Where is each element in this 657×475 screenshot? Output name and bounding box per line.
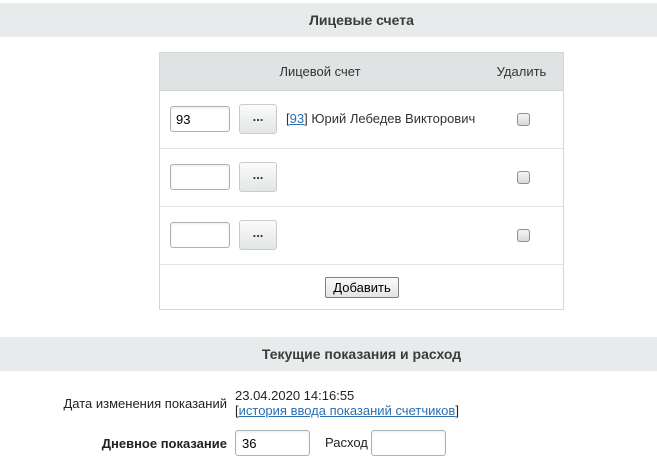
delete-checkbox[interactable] — [517, 171, 530, 184]
account-number-input[interactable] — [170, 106, 230, 132]
column-header-delete: Удалить — [496, 64, 547, 79]
column-header-account: Лицевой счет — [279, 64, 361, 79]
account-link[interactable]: 93 — [290, 111, 304, 126]
accounts-table: Лицевой счет Удалить ... [93] Юрий Лебед… — [159, 52, 564, 310]
section-header-readings: Текущие показания и расход — [0, 337, 657, 371]
account-select-button[interactable]: ... — [239, 104, 277, 134]
account-owner-name: Юрий Лебедев Викторович — [311, 111, 476, 126]
date-changed-label: Дата изменения показаний — [63, 396, 227, 411]
day-reading-input[interactable] — [235, 430, 310, 456]
section-title-accounts: Лицевые счета — [309, 12, 414, 28]
account-number-input[interactable] — [170, 222, 230, 248]
add-account-button[interactable]: Добавить — [325, 277, 399, 298]
section-title-readings: Текущие показания и расход — [261, 346, 462, 362]
consumption-input[interactable] — [371, 430, 446, 456]
page: Лицевые счета Лицевой счет Удалить ... [… — [0, 0, 657, 475]
accounts-table-header: Лицевой счет Удалить — [160, 53, 563, 91]
account-number-input[interactable] — [170, 164, 230, 190]
account-row: ... — [160, 207, 563, 265]
account-info: [93] Юрий Лебедев Викторович — [286, 111, 475, 126]
delete-checkbox[interactable] — [517, 113, 530, 126]
history-link[interactable]: история ввода показаний счетчиков — [239, 403, 456, 418]
account-select-button[interactable]: ... — [239, 220, 277, 250]
bracket-close: ] — [304, 111, 308, 126]
section-header-accounts: Лицевые счета — [0, 3, 657, 37]
day-reading-label: Дневное показание — [101, 436, 227, 451]
consumption-label: Расход — [325, 435, 368, 450]
date-changed-value: 23.04.2020 14:16:55 — [235, 388, 355, 403]
bracket-close: ] — [455, 403, 459, 418]
history-link-wrapper: [история ввода показаний счетчиков] — [235, 403, 459, 418]
account-row: ... [93] Юрий Лебедев Викторович — [160, 91, 563, 149]
delete-checkbox[interactable] — [517, 229, 530, 242]
account-select-button[interactable]: ... — [239, 162, 277, 192]
account-row: ... — [160, 149, 563, 207]
